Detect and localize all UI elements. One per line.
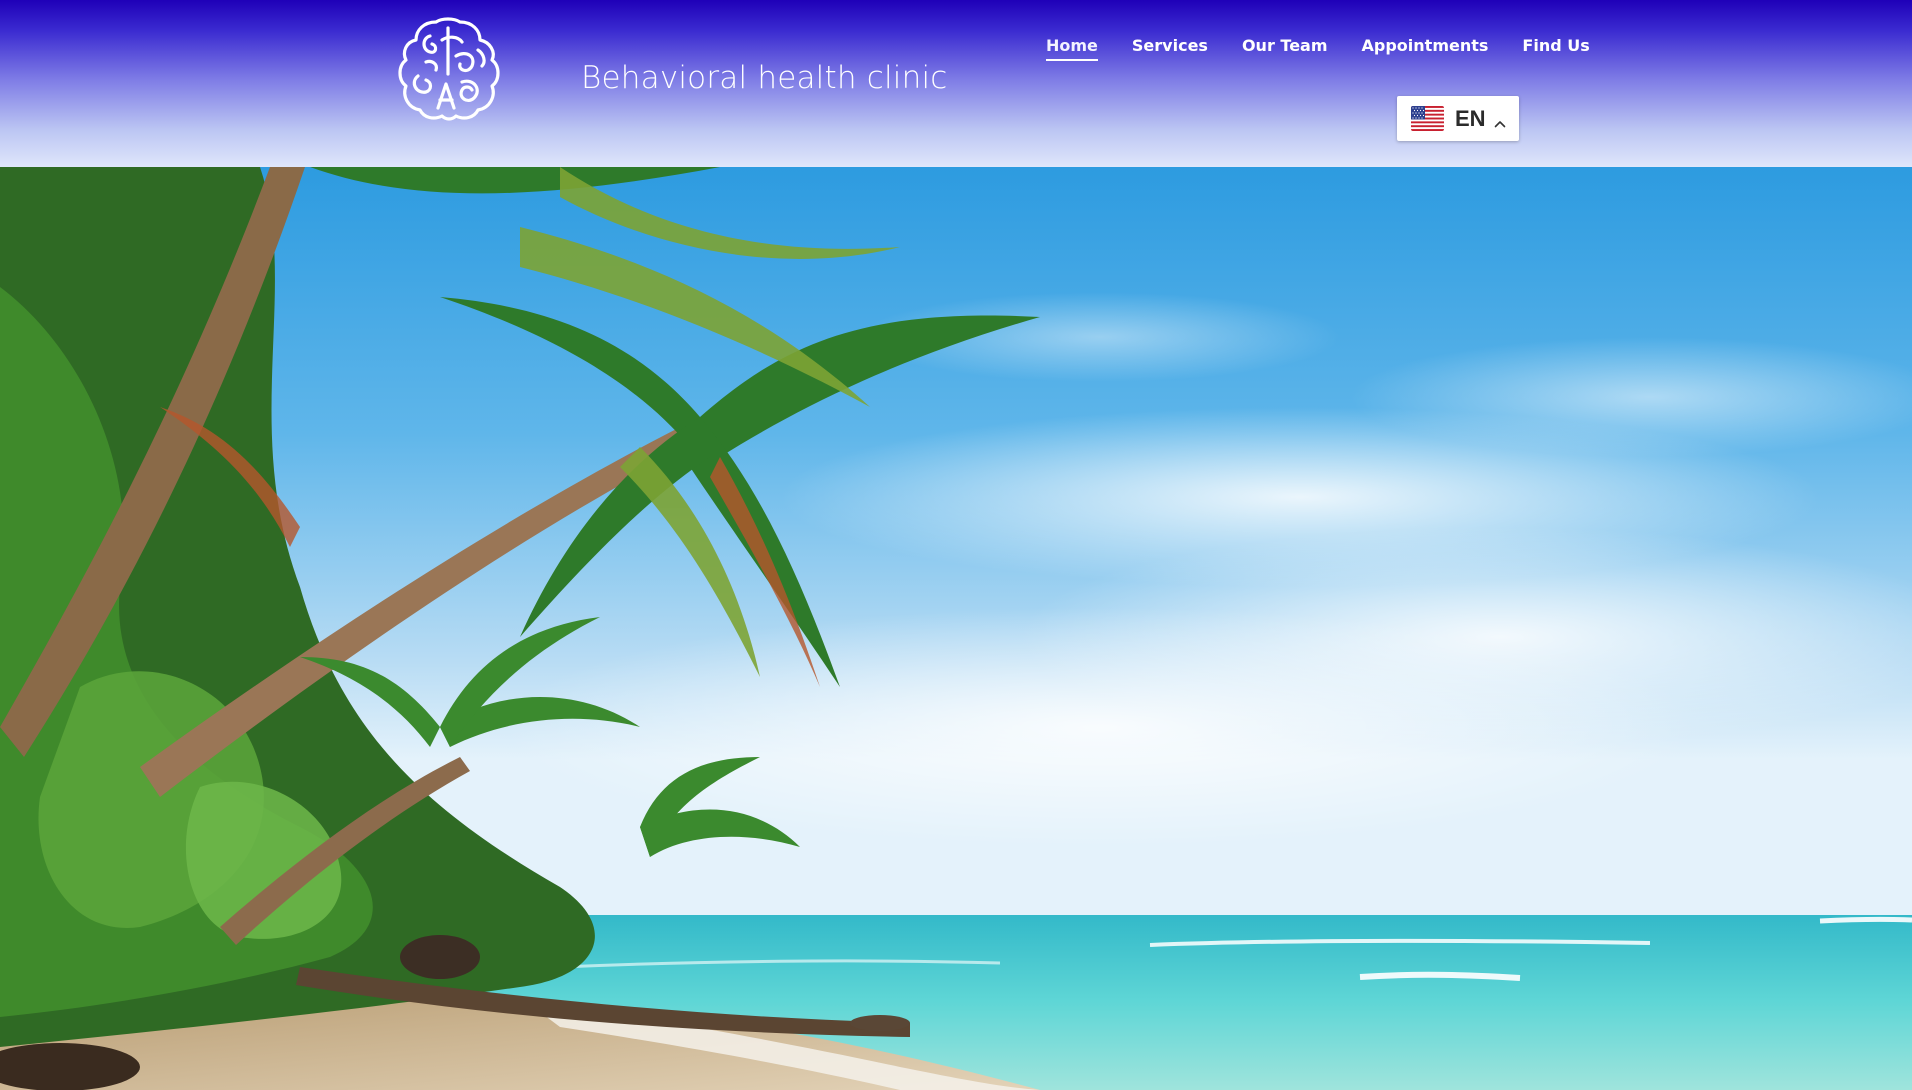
- site-header: Behavioral health clinic Home Services O…: [0, 0, 1912, 167]
- us-flag-icon: [1411, 106, 1444, 131]
- nav-item-find-us[interactable]: Find Us: [1522, 36, 1589, 61]
- hero-beach-image: [0, 167, 1912, 1090]
- main-nav: Home Services Our Team Appointments Find…: [1046, 36, 1590, 61]
- nav-item-our-team[interactable]: Our Team: [1242, 36, 1328, 61]
- nav-item-appointments[interactable]: Appointments: [1362, 36, 1489, 61]
- brain-logo-icon[interactable]: [396, 16, 500, 124]
- chevron-up-icon: [1494, 115, 1506, 127]
- nav-item-services[interactable]: Services: [1132, 36, 1208, 61]
- nav-item-home[interactable]: Home: [1046, 36, 1098, 61]
- language-code: EN: [1455, 105, 1486, 131]
- site-tagline: Behavioral health clinic: [581, 60, 948, 96]
- language-selector[interactable]: EN: [1397, 96, 1519, 141]
